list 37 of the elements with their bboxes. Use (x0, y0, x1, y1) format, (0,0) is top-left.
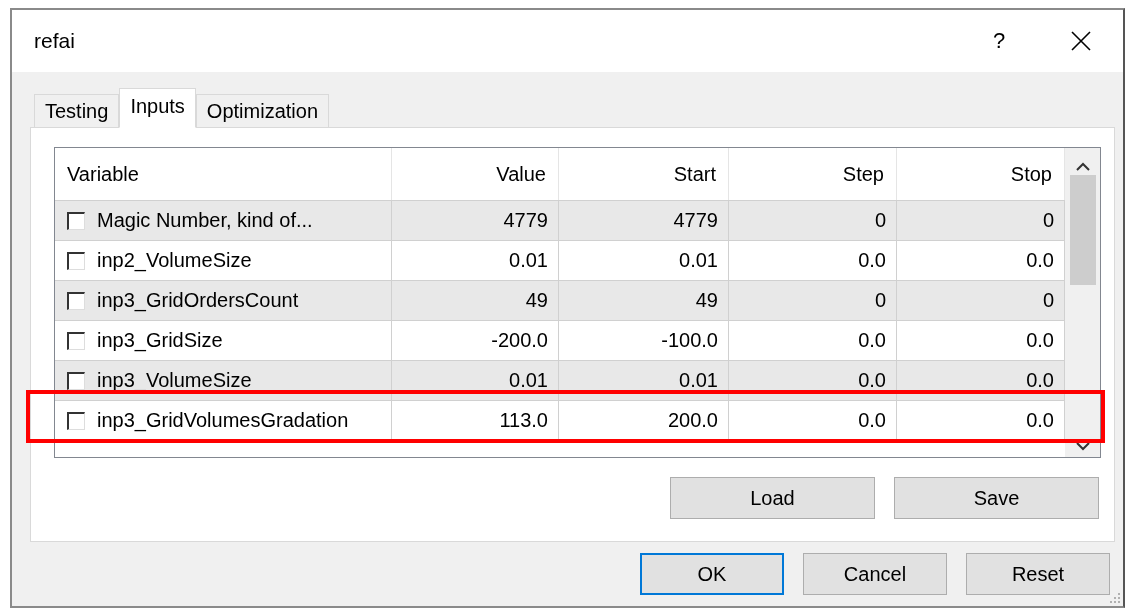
table-cell: inp3_GridOrdersCount (97, 289, 299, 312)
checkbox[interactable] (67, 411, 85, 430)
table-row[interactable]: inp2_VolumeSize 0.01 0.01 0.0 0.0 (55, 240, 1065, 280)
table-cell: inp3_GridVolumesGradation (97, 409, 349, 432)
table-cell: 0.0 (729, 401, 897, 440)
resize-grip-icon[interactable] (1109, 592, 1121, 604)
table-cell: Magic Number, kind of... (97, 209, 313, 232)
table-cell: 113.0 (392, 401, 559, 440)
checkbox[interactable] (67, 251, 85, 270)
table-row[interactable]: inp3_VolumeSize 0.01 0.01 0.0 0.0 (55, 360, 1065, 400)
panel-button[interactable]: Save (894, 477, 1099, 519)
table-row[interactable]: Magic Number, kind of... 4779 4779 0 0 (55, 200, 1065, 240)
tab[interactable]: Testing (34, 94, 120, 128)
table-row[interactable]: inp3_GridOrdersCount 49 49 0 0 (55, 280, 1065, 320)
checkbox[interactable] (67, 211, 85, 230)
panel-button[interactable]: Load (670, 477, 875, 519)
scroll-down-icon[interactable] (1076, 442, 1090, 451)
table-row[interactable]: inp3_GridVolumesGradation 113.0 200.0 0.0 0.0 (55, 400, 1065, 440)
close-icon (1071, 31, 1091, 51)
tab[interactable]: Optimization (195, 94, 329, 128)
table-cell: inp3_VolumeSize (97, 369, 252, 392)
table-row[interactable]: inp3_GridSize -200.0 -100.0 0.0 0.0 (55, 320, 1065, 360)
checkbox[interactable] (67, 371, 85, 390)
dialog-button[interactable]: Reset (966, 553, 1110, 595)
tab[interactable]: Inputs (119, 88, 196, 128)
window-title: refai (34, 29, 76, 53)
table-cell: inp3_GridSize (97, 329, 223, 352)
checkbox[interactable] (67, 331, 85, 350)
table-cell: 200.0 (559, 401, 729, 440)
scrollbar[interactable] (1065, 148, 1100, 457)
checkbox[interactable] (67, 291, 85, 310)
help-button[interactable]: ? (959, 16, 1039, 66)
table-cell: inp2_VolumeSize (97, 249, 252, 272)
scroll-up-icon[interactable] (1076, 162, 1090, 171)
dialog-button[interactable]: Cancel (803, 553, 947, 595)
scroll-thumb[interactable] (1070, 175, 1096, 285)
dialog-button[interactable]: OK (640, 553, 784, 595)
